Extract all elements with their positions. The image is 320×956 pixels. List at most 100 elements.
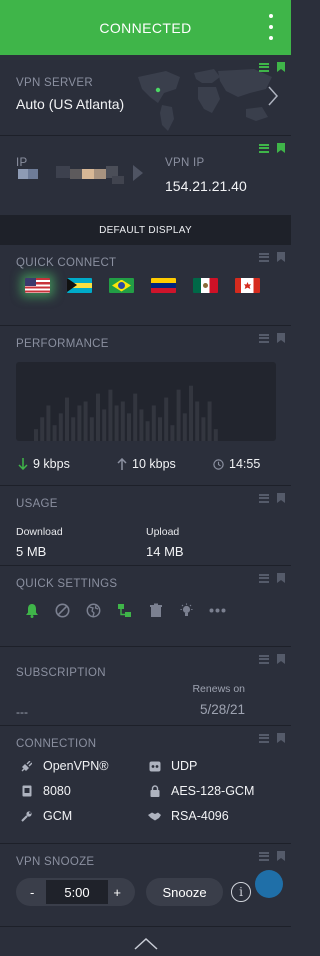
arrow-down-icon (18, 458, 28, 470)
snooze-increase-button[interactable]: + (113, 885, 121, 900)
download-speed-value: 9 kbps (33, 457, 70, 471)
performance-bar (120, 401, 125, 441)
plug-icon (20, 760, 33, 772)
protocol-value: OpenVPN® (43, 759, 109, 773)
performance-bar (34, 429, 38, 441)
vpn-snooze-section: VPN SNOOZE - 5:00 + Snooze i (0, 844, 291, 927)
section-controls[interactable] (259, 493, 285, 503)
default-display-button[interactable]: DEFAULT DISPLAY (0, 215, 291, 245)
session-time: 14:55 (213, 457, 260, 471)
performance-bar (195, 401, 200, 441)
performance-bar (145, 421, 150, 441)
ip-label: IP (16, 157, 28, 169)
section-controls[interactable] (259, 143, 285, 153)
globe-icon[interactable] (85, 602, 102, 619)
info-icon[interactable]: i (231, 882, 251, 902)
quick-connect-section: QUICK CONNECT (0, 245, 291, 326)
section-controls[interactable] (259, 733, 285, 743)
performance-bar (52, 425, 57, 441)
chevron-up-icon[interactable] (133, 936, 159, 950)
bookmark-icon[interactable] (277, 333, 285, 343)
trash-icon[interactable] (147, 602, 164, 619)
reorder-icon[interactable] (259, 252, 269, 262)
arrow-right-icon (133, 165, 143, 181)
encryption-value: AES-128-GCM (171, 784, 255, 798)
download-speed: 9 kbps (18, 457, 70, 471)
snooze-decrease-button[interactable]: - (30, 885, 34, 900)
performance-bar (114, 405, 119, 441)
vpn-server-section[interactable]: VPN SERVER Auto (US Atlanta) (0, 55, 291, 136)
reorder-icon[interactable] (259, 333, 269, 343)
wrench-icon (20, 810, 33, 822)
reorder-icon[interactable] (259, 493, 269, 503)
performance-bar (127, 413, 131, 441)
encryption-item: AES-128-GCM (148, 784, 254, 798)
section-controls[interactable] (259, 654, 285, 664)
snooze-button[interactable]: Snooze (146, 878, 223, 906)
port-value: 8080 (43, 784, 71, 798)
bahamas-flag[interactable] (67, 278, 92, 293)
vpn-server-label: VPN SERVER (16, 77, 93, 89)
performance-bar (89, 417, 94, 441)
performance-bar (46, 405, 51, 441)
reorder-icon[interactable] (259, 733, 269, 743)
bookmark-icon[interactable] (277, 252, 285, 262)
bookmark-icon[interactable] (277, 143, 285, 153)
section-controls[interactable] (259, 62, 285, 72)
snooze-duration-stepper[interactable]: - 5:00 + (16, 878, 135, 906)
vpn-ip-value: 154.21.21.40 (165, 178, 247, 194)
performance-bar (164, 397, 169, 441)
menu-kebab-icon[interactable] (263, 14, 279, 40)
canada-flag[interactable] (235, 278, 260, 293)
bookmark-icon[interactable] (277, 851, 285, 861)
port-icon (20, 785, 33, 797)
reorder-icon[interactable] (259, 573, 269, 583)
connection-status-bar[interactable]: CONNECTED (0, 0, 291, 55)
section-controls[interactable] (259, 333, 285, 343)
chevron-right-icon[interactable] (267, 85, 279, 107)
auth-item: GCM (20, 809, 72, 823)
transport-icon (148, 760, 161, 772)
bookmark-icon[interactable] (277, 62, 285, 72)
lightbulb-icon[interactable] (178, 602, 195, 619)
vpn-server-value: Auto (US Atlanta) (16, 96, 125, 112)
quick-settings-icons (23, 602, 226, 619)
protocol-item: OpenVPN® (20, 759, 109, 773)
performance-bar (189, 385, 193, 441)
more-icon[interactable] (209, 602, 226, 619)
quick-connect-label: QUICK CONNECT (16, 257, 117, 269)
arrow-up-icon (117, 458, 127, 470)
bookmark-icon[interactable] (277, 654, 285, 664)
network-icon[interactable] (116, 602, 133, 619)
bookmark-icon[interactable] (277, 733, 285, 743)
bookmark-icon[interactable] (277, 573, 285, 583)
us-flag[interactable] (25, 278, 50, 293)
performance-bar (170, 425, 175, 441)
reorder-icon[interactable] (259, 62, 269, 72)
lock-icon (148, 785, 161, 797)
section-controls[interactable] (259, 252, 285, 262)
section-controls[interactable] (259, 851, 285, 861)
upload-speed-value: 10 kbps (132, 457, 176, 471)
performance-bar (65, 397, 69, 441)
performance-bar (83, 401, 88, 441)
performance-bar (182, 413, 187, 441)
help-chat-icon[interactable] (255, 870, 283, 898)
bell-icon[interactable] (23, 602, 40, 619)
subscription-value: --- (16, 705, 28, 719)
reorder-icon[interactable] (259, 851, 269, 861)
mexico-flag[interactable] (193, 278, 218, 293)
venezuela-flag[interactable] (151, 278, 176, 293)
clock-icon (213, 458, 224, 470)
section-controls[interactable] (259, 573, 285, 583)
blocker-icon[interactable] (54, 602, 71, 619)
quick-settings-label: QUICK SETTINGS (16, 578, 118, 590)
brazil-flag[interactable] (109, 278, 134, 293)
snooze-duration-value[interactable]: 5:00 (46, 880, 108, 904)
performance-bar (108, 389, 113, 441)
performance-bar (102, 409, 107, 441)
reorder-icon[interactable] (259, 654, 269, 664)
reorder-icon[interactable] (259, 143, 269, 153)
performance-graph (16, 362, 276, 441)
bookmark-icon[interactable] (277, 493, 285, 503)
